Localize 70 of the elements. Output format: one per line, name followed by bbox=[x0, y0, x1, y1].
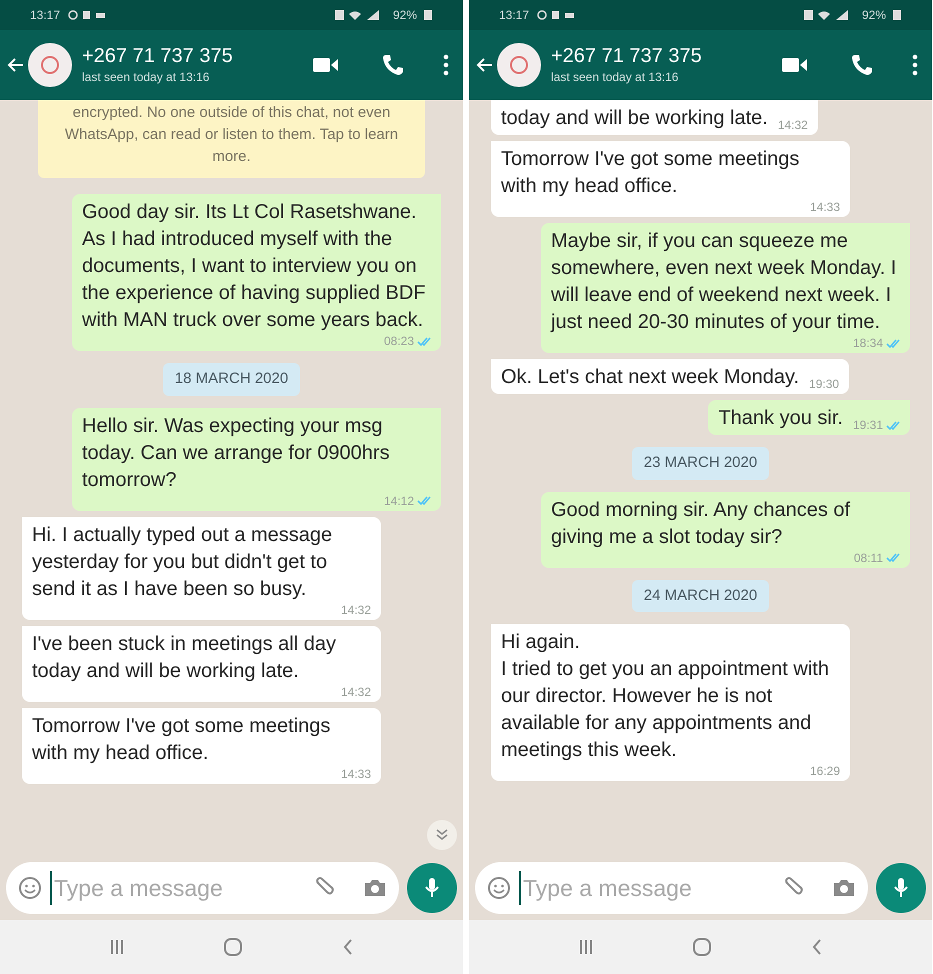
recent-apps-icon[interactable] bbox=[110, 939, 124, 955]
message-time: 14:12 bbox=[384, 494, 414, 508]
home-icon[interactable] bbox=[222, 937, 242, 957]
camera-icon[interactable] bbox=[832, 877, 856, 899]
message-time: 16:29 bbox=[810, 764, 840, 778]
camera-icon[interactable] bbox=[363, 877, 387, 899]
microphone-icon bbox=[893, 876, 909, 900]
battery-percent: 92% bbox=[862, 7, 886, 24]
message-text: Tomorrow I've got some meetings with my head office. bbox=[501, 147, 800, 199]
emoji-icon[interactable] bbox=[487, 876, 511, 900]
date-chip: 23 MARCH 2020 bbox=[632, 447, 770, 480]
back-nav-icon[interactable] bbox=[342, 938, 354, 956]
read-ticks-icon bbox=[886, 552, 900, 563]
battery-icon bbox=[423, 9, 433, 21]
recent-apps-icon[interactable] bbox=[578, 939, 592, 955]
status-time: 13:17 bbox=[30, 7, 60, 24]
message-text: Hello sir. Was expecting your msg today. Can we arrange for 0900hrs tomorrow? bbox=[82, 414, 391, 492]
message-text: today and will be working late. bbox=[501, 106, 768, 131]
message-text: Good morning sir. Any chances of giving me a slot today sir? bbox=[551, 498, 852, 550]
more-options-icon[interactable] bbox=[443, 54, 449, 76]
message-time: 14:32 bbox=[340, 684, 371, 698]
message-time: 14:33 bbox=[810, 200, 840, 214]
message-time: 08:23 bbox=[384, 334, 414, 348]
avatar-icon[interactable] bbox=[497, 43, 541, 87]
scroll-down-icon[interactable] bbox=[427, 820, 457, 850]
microphone-icon bbox=[424, 876, 440, 900]
message-composer[interactable]: Type a message bbox=[475, 862, 868, 914]
read-ticks-icon bbox=[417, 336, 431, 346]
read-ticks-icon bbox=[886, 420, 900, 430]
battery-percent: 92% bbox=[392, 7, 417, 24]
message-time: 14:32 bbox=[340, 602, 371, 616]
voice-message-button[interactable] bbox=[407, 863, 457, 913]
message-text: Hi again. I tried to get you an appointment with our director. However he is not available for any appointments and meetings this week. bbox=[501, 630, 830, 763]
message-input-field[interactable]: Type a message bbox=[519, 870, 774, 906]
last-seen: last seen today at 13:16 bbox=[551, 69, 680, 86]
status-time: 13:17 bbox=[499, 7, 530, 24]
message-time: 14:32 bbox=[778, 118, 808, 132]
message-text: Tomorrow I've got some meetings with my head office. bbox=[32, 714, 332, 766]
message-time: 14:33 bbox=[340, 766, 371, 780]
video-call-icon[interactable] bbox=[313, 56, 339, 74]
message-time: 19:30 bbox=[809, 377, 840, 391]
back-nav-icon[interactable] bbox=[810, 938, 822, 956]
home-icon[interactable] bbox=[692, 937, 712, 957]
read-ticks-icon bbox=[886, 338, 900, 348]
read-ticks-icon bbox=[417, 495, 431, 506]
avatar-icon[interactable] bbox=[28, 43, 72, 87]
message-time: 08:11 bbox=[854, 550, 883, 564]
message-time: 18:34 bbox=[852, 336, 883, 350]
message-text: Thank you sir. bbox=[718, 406, 843, 431]
message-input-field[interactable]: Type a message bbox=[50, 870, 305, 906]
message-text: Maybe sir, if you can squeeze me somewhere, even next week Monday. I will leave end of weekend next week. I just need 20-30 minutes of your time. bbox=[551, 229, 898, 335]
message-text: I've been stuck in meetings all day today and will be working late. bbox=[32, 632, 337, 684]
message-composer[interactable]: Type a message bbox=[6, 862, 399, 914]
message-text: Ok. Let's chat next week Monday. bbox=[501, 365, 800, 390]
phone-call-icon[interactable] bbox=[850, 53, 874, 77]
voice-message-button[interactable] bbox=[876, 863, 926, 913]
video-call-icon[interactable] bbox=[782, 56, 808, 74]
encryption-notice[interactable]: encrypted. No one outside of this chat, not even WhatsApp, can read or listen to them. Tap to learn more. bbox=[38, 100, 425, 178]
battery-icon bbox=[892, 9, 902, 21]
phone-call-icon[interactable] bbox=[381, 53, 405, 77]
emoji-icon[interactable] bbox=[18, 876, 42, 900]
date-chip: 24 MARCH 2020 bbox=[632, 580, 770, 612]
message-text: Good day sir. Its Lt Col Rasetshwane. As I had introduced myself with the documents, I want to interview you on the experience of having supplied BDF with MAN truck over some years back. bbox=[82, 200, 427, 333]
more-options-icon[interactable] bbox=[912, 54, 918, 76]
contact-name[interactable]: +267 71 737 375 bbox=[82, 44, 313, 68]
date-chip: 18 MARCH 2020 bbox=[162, 363, 300, 396]
last-seen: last seen today at 13:16 bbox=[82, 69, 210, 86]
message-text: Hi. I actually typed out a message yesterday for you but didn't get to send it as I have been so busy. bbox=[32, 522, 334, 602]
contact-name[interactable]: +267 71 737 375 bbox=[551, 44, 782, 68]
message-time: 19:31 bbox=[852, 418, 883, 432]
